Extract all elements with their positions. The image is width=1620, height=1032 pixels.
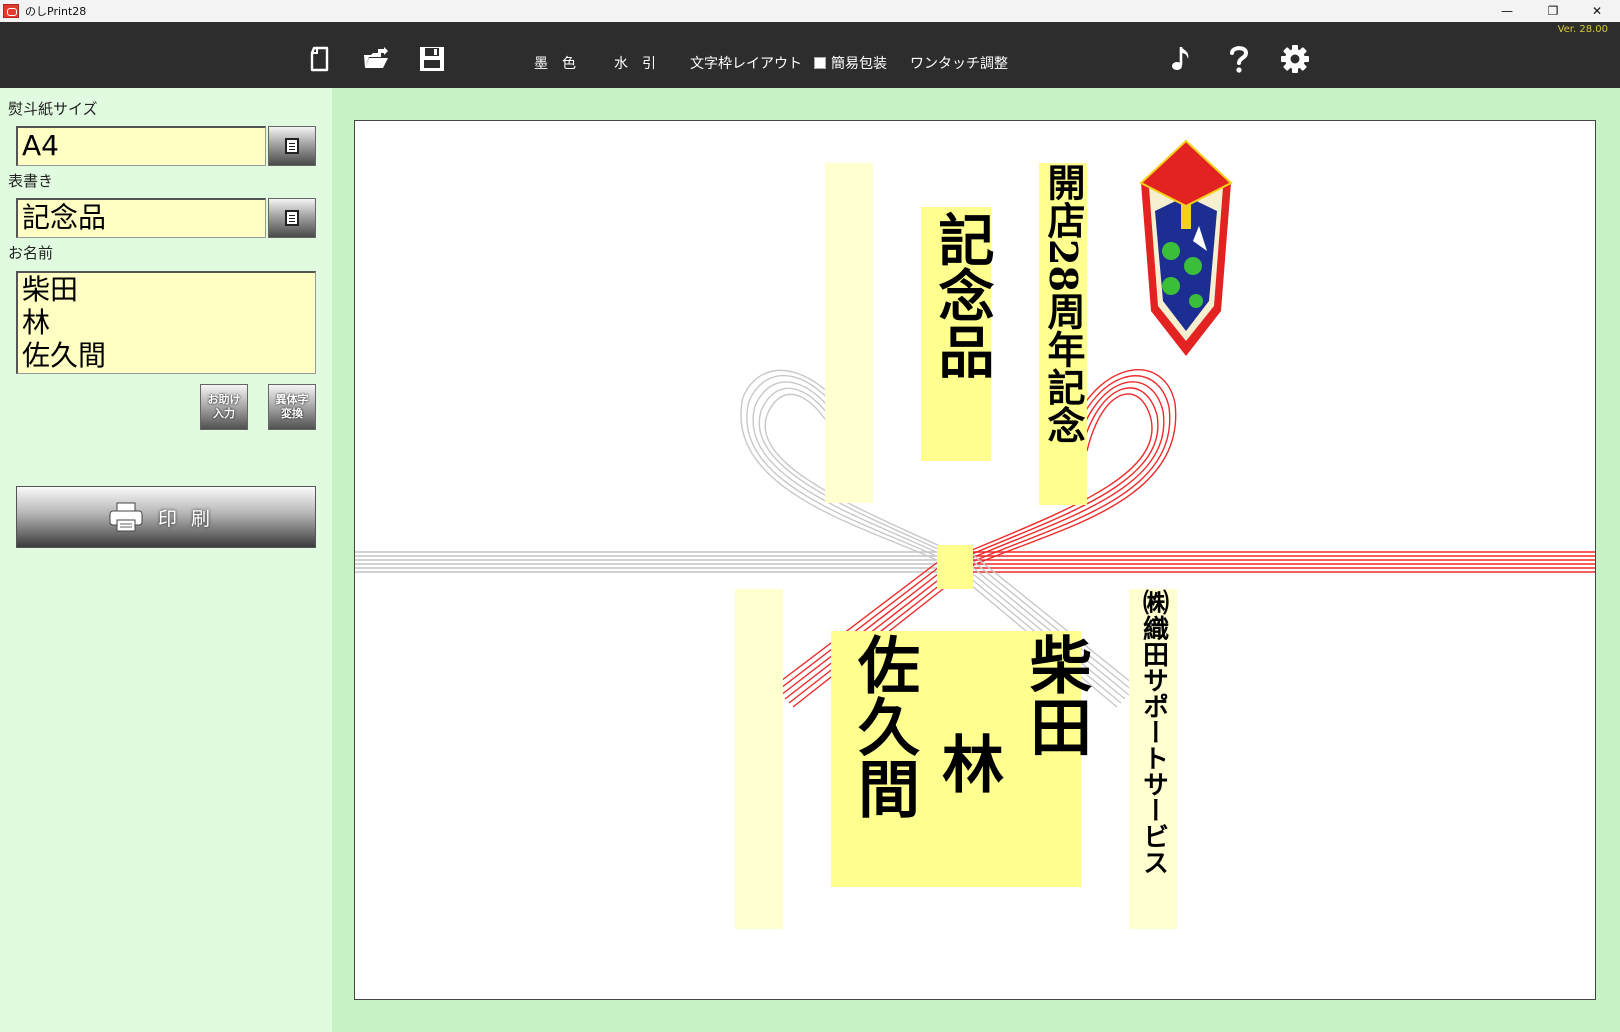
noshi-paper-preview: 記念品 開店28周年記念 柴田 林 佐久間 ㈱織田サポートサービス xyxy=(354,120,1596,1000)
list-icon xyxy=(285,210,299,226)
omotegaki-label: 表書き xyxy=(8,172,54,190)
name-label: お名前 xyxy=(8,244,54,262)
company-label: ㈱織田サポートサービス xyxy=(1138,589,1169,875)
close-icon: ✕ xyxy=(1591,4,1603,18)
company-frame: ㈱織田サポートサービス xyxy=(1129,589,1177,929)
company-text: ㈱織田サポートサービス xyxy=(1129,589,1177,883)
open-folder-icon[interactable] xyxy=(361,44,391,74)
print-label: 印刷 xyxy=(157,507,224,530)
minimize-icon: — xyxy=(1501,4,1513,18)
occasion-text: 開店28周年記念 xyxy=(1039,163,1087,455)
name-2: 林 xyxy=(931,732,1004,794)
name-3: 佐久間 xyxy=(847,633,920,819)
names-frame: 柴田 林 佐久間 xyxy=(831,631,1092,887)
names-textarea[interactable]: 柴田 林 佐久間 xyxy=(16,271,316,374)
simple-wrap-toggle[interactable]: 簡易包装 xyxy=(814,53,887,73)
new-file-icon[interactable] xyxy=(305,44,335,74)
omotegaki-label: 記念品 xyxy=(929,211,995,379)
window-title: のしPrint28 xyxy=(25,5,87,18)
mizuhiki-button[interactable]: 水 引 xyxy=(614,53,656,73)
omotegaki-frame: 記念品 xyxy=(921,207,995,461)
list-icon xyxy=(285,138,299,154)
ink-color-button[interactable]: 墨 色 xyxy=(534,53,576,73)
name-line: 柴田 xyxy=(22,273,79,306)
settings-panel: 熨斗紙サイズ A4 表書き 記念品 お名前 柴田 林 佐久間 お助け 入力 異体… xyxy=(0,88,332,1032)
music-note-icon[interactable] xyxy=(1168,44,1198,74)
gear-icon[interactable] xyxy=(1280,44,1310,74)
paper-size-label: 熨斗紙サイズ xyxy=(8,100,98,118)
name-line: 林 xyxy=(22,306,51,339)
version-label: Ver. 28.00 xyxy=(1557,24,1608,35)
one-touch-adjust-button[interactable]: ワンタッチ調整 xyxy=(910,53,1008,73)
simple-wrap-checkbox[interactable] xyxy=(814,57,826,69)
title-bar: のしPrint28 — ❐ ✕ xyxy=(0,0,1620,22)
omotegaki-text: 記念品 xyxy=(921,211,995,401)
noshi-ornament xyxy=(1139,139,1233,356)
occasion-label: 開店28周年記念 xyxy=(1041,163,1086,444)
variant-kanji-button[interactable]: 異体字 変換 xyxy=(268,384,316,430)
frame-left-upper xyxy=(825,163,873,503)
app-icon xyxy=(3,4,19,18)
printer-icon xyxy=(109,502,143,532)
occasion-frame: 開店28周年記念 xyxy=(1039,163,1087,505)
text-frame-layout-button[interactable]: 文字枠レイアウト xyxy=(690,53,802,73)
knot-center-frame xyxy=(937,545,973,589)
omotegaki-field[interactable]: 記念品 xyxy=(16,198,266,238)
close-button[interactable]: ✕ xyxy=(1574,0,1620,22)
name-line: 佐久間 xyxy=(22,339,107,372)
save-icon[interactable] xyxy=(417,44,447,74)
help-icon[interactable] xyxy=(1224,44,1254,74)
frame-left-lower xyxy=(735,589,783,929)
restore-icon: ❐ xyxy=(1547,4,1559,18)
paper-size-list-button[interactable] xyxy=(268,126,316,166)
simple-wrap-label: 簡易包装 xyxy=(831,56,887,72)
minimize-button[interactable]: — xyxy=(1484,0,1530,22)
help-input-button[interactable]: お助け 入力 xyxy=(200,384,248,430)
omotegaki-list-button[interactable] xyxy=(268,198,316,238)
paper-size-field[interactable]: A4 xyxy=(16,126,266,166)
name-1: 柴田 xyxy=(1019,633,1092,757)
restore-button[interactable]: ❐ xyxy=(1530,0,1576,22)
toolbar: Ver. 28.00 墨 色 水 引 文字枠レイアウト 簡易包装 ワンタッチ調整 xyxy=(0,22,1620,88)
print-button[interactable]: 印刷 xyxy=(16,486,316,548)
